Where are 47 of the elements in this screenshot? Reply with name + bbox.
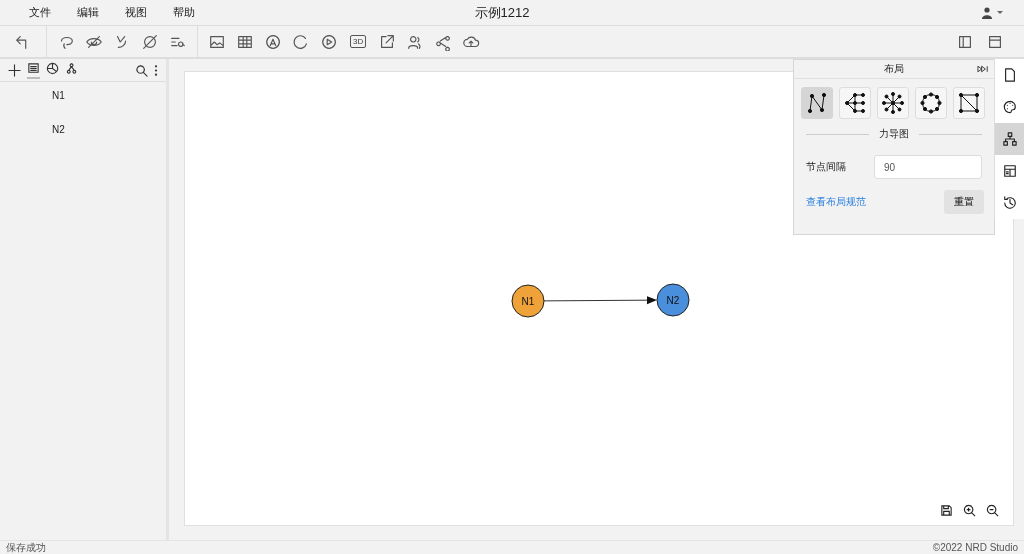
hierarchy-tab[interactable] [995,123,1024,155]
list-view-tab[interactable] [27,61,40,79]
reset-button[interactable]: 重置 [944,190,984,214]
play-icon[interactable] [320,32,338,51]
force-layout-icon [805,91,829,115]
export-icon[interactable] [378,32,397,51]
hierarchy-icon [1002,132,1017,146]
tree-layout-button[interactable] [839,87,871,119]
document-title: 示例1212 [474,3,530,22]
layout-guide-link[interactable]: 查看布局规范 [806,195,866,209]
section-heading: 力导图 [879,127,909,141]
node-label: N1 [521,295,535,307]
table-icon [1002,164,1017,178]
field-label: 节点间隔 [806,160,846,174]
menu-item[interactable]: 编辑 [64,5,112,20]
save-icon[interactable] [940,504,953,517]
tree-layout-icon [843,91,867,115]
graph-node[interactable] [511,284,545,318]
zoom-in-icon[interactable] [963,504,976,517]
history-icon [1002,196,1017,210]
3d-button[interactable]: 3D [350,35,367,48]
grid-layout-button[interactable] [953,87,985,119]
node-label: N2 [666,294,680,306]
circle-layout-icon [919,91,943,115]
radial-layout-icon [881,91,905,115]
copyright-text: ©2022 NRD Studio [932,542,1018,553]
add-icon[interactable] [8,63,21,77]
search-icon[interactable] [135,63,148,77]
zoom-out-icon[interactable] [986,504,999,517]
page-icon [1002,68,1017,82]
menu-item[interactable]: 视图 [112,5,160,20]
menu-item[interactable]: 帮助 [160,5,208,20]
force-layout-button[interactable] [801,87,833,119]
palette-icon [1002,100,1017,114]
refresh-icon[interactable] [292,32,310,51]
node-spacing-field[interactable]: 90 [874,155,982,179]
graph-node[interactable] [656,283,690,317]
circled-letter-icon[interactable] [264,32,282,51]
status-message: 保存成功 [6,540,46,554]
user-icon[interactable] [982,6,1004,19]
collapse-icon[interactable] [977,65,990,73]
radial-layout-button[interactable] [877,87,909,119]
panel-title: 布局 [884,62,904,76]
menu-item[interactable]: 文件 [16,5,64,20]
circle-layout-button[interactable] [915,87,947,119]
more-icon[interactable] [154,63,158,77]
grid-layout-icon [957,91,981,115]
